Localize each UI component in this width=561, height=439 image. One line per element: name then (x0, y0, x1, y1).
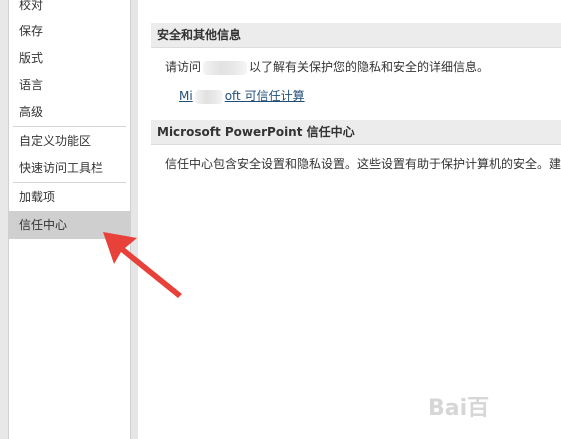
sidebar-item-label: 加载项 (19, 190, 56, 204)
redacted-blur (194, 89, 223, 104)
sidebar-item-label: 高级 (19, 105, 44, 119)
security-description-suffix: 以了解有关保护您的隐私和安全的详细信息。 (249, 60, 490, 74)
sidebar-item-label: 信任中心 (19, 218, 68, 232)
link-text-suffix: oft 可信任计算 (224, 89, 305, 103)
trust-center-section-header: Microsoft PowerPoint 信任中心 (151, 120, 561, 145)
sidebar-item-advanced[interactable]: 高级 (9, 99, 130, 125)
sidebar-item-quick-access-toolbar[interactable]: 快速访问工具栏 (9, 155, 130, 181)
sidebar-item-label: 版式 (19, 51, 44, 65)
watermark-text: Bai百 (428, 396, 490, 421)
options-sidebar: 校对 保存 版式 语言 高级 自定义功能区 快速访问工具栏 加载项 信任中心 (9, 0, 130, 439)
pane-divider[interactable] (130, 0, 138, 439)
sidebar-item-customize-ribbon[interactable]: 自定义功能区 (9, 128, 130, 154)
sidebar-item-label: 校对 (19, 0, 44, 12)
sidebar-item-label: 保存 (19, 24, 44, 38)
trust-center-description-text: 信任中心包含安全设置和隐私设置。这些设置有助于保护计算机的安全。建 (165, 157, 561, 171)
trust-center-section-title: Microsoft PowerPoint 信任中心 (157, 125, 355, 139)
sidebar-separator (13, 182, 126, 183)
sidebar-item-save[interactable]: 保存 (9, 18, 130, 44)
window-left-edge (0, 0, 9, 439)
baidu-watermark: Bai百 (428, 380, 556, 430)
sidebar-item-addins[interactable]: 加载项 (9, 184, 130, 210)
sidebar-separator (13, 126, 126, 127)
sidebar-item-label: 自定义功能区 (19, 134, 92, 148)
sidebar-item-layout[interactable]: 版式 (9, 45, 130, 71)
trust-center-description: 信任中心包含安全设置和隐私设置。这些设置有助于保护计算机的安全。建 (165, 155, 561, 172)
sidebar-item-proofing[interactable]: 校对 (9, 0, 130, 18)
sidebar-item-label: 快速访问工具栏 (19, 161, 104, 175)
redacted-blur (203, 60, 248, 75)
main-pane: 安全和其他信息 请访问 以了解有关保护您的隐私和安全的详细信息。 Mi oft 可信… (139, 0, 561, 439)
security-description-prefix: 请访问 (165, 60, 202, 74)
trustworthy-computing-link[interactable]: Mi oft 可信任计算 (179, 87, 305, 104)
link-text-prefix: Mi (179, 89, 193, 103)
security-section-header: 安全和其他信息 (151, 23, 561, 48)
security-description: 请访问 以了解有关保护您的隐私和安全的详细信息。 (165, 58, 489, 75)
sidebar-item-trust-center[interactable]: 信任中心 (9, 211, 130, 239)
sidebar-item-label: 语言 (19, 78, 44, 92)
security-section-title: 安全和其他信息 (157, 28, 242, 42)
sidebar-item-language[interactable]: 语言 (9, 72, 130, 98)
